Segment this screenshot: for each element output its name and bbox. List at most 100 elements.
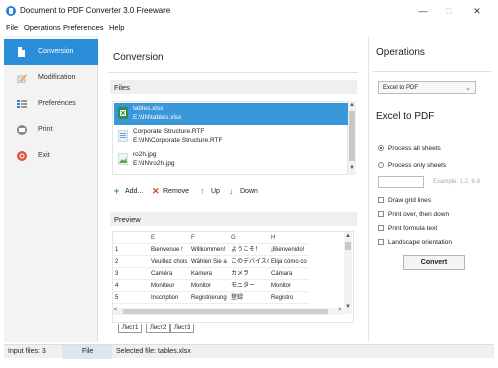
up-button[interactable]: ↑ Up — [200, 187, 220, 201]
image-file-icon — [118, 153, 128, 165]
operations-panel: Operations Excel to PDF ⌄ Excel to PDF P… — [368, 36, 494, 342]
menu-operations[interactable]: Operations — [24, 23, 61, 32]
grid-cell: 5 — [113, 292, 149, 304]
window-title: Document to PDF Converter 3.0 Freeware — [20, 6, 171, 15]
grid-cell: このデバイスの — [229, 256, 269, 268]
scroll-right-icon[interactable]: > — [338, 307, 342, 313]
sidebar-item-print[interactable]: Print — [4, 117, 98, 143]
main-panel: Conversion Files tables.xlsx E:\\IN\tabl… — [108, 36, 363, 342]
file-name: ro2h.jpg — [133, 151, 157, 158]
minimize-button[interactable]: — — [412, 4, 434, 18]
sidebar-item-label: Preferences — [38, 100, 76, 107]
grid-cell: Kamera — [189, 268, 229, 280]
process-only-radio[interactable] — [378, 162, 384, 168]
grid-cell: ¡Bienvenido! — [269, 244, 309, 256]
file-path: E:\\IN\tables.xlsx — [133, 114, 182, 121]
grid-cell: Registro — [269, 292, 309, 304]
preview-label: Preview — [114, 215, 141, 224]
print-over-checkbox[interactable] — [378, 211, 384, 217]
arrow-up-icon: ↑ — [200, 186, 205, 196]
menu-file[interactable]: File — [6, 23, 18, 32]
sidebar-item-exit[interactable]: Exit — [4, 143, 98, 169]
sidebar-item-label: Modification — [38, 74, 76, 81]
plus-icon: + — [114, 186, 120, 196]
sidebar-item-conversion[interactable]: Conversion — [4, 39, 104, 65]
arrow-down-icon: ↓ — [229, 186, 234, 196]
grid-cell: モニター — [229, 280, 269, 292]
up-label: Up — [211, 187, 220, 195]
operations-title: Operations — [376, 47, 425, 58]
operation-select-value: Excel to PDF — [383, 85, 419, 91]
file-path: E:\\IN\ro2h.jpg — [133, 160, 175, 167]
page-title: Conversion — [113, 52, 164, 63]
remove-label: Remove — [163, 187, 190, 195]
conversion-icon — [18, 47, 25, 57]
grid-cell: Monitor — [189, 280, 229, 292]
grid-cell: Monitor — [269, 280, 309, 292]
grid-cell: Bienvenue ! — [149, 244, 189, 256]
close-button[interactable]: ✕ — [466, 4, 488, 18]
scroll-down-icon[interactable]: ▼ — [349, 165, 355, 171]
grid-header-cell: E — [149, 232, 189, 244]
sheet-tab[interactable]: Лист1 — [118, 324, 143, 333]
sheet-tab[interactable]: Лист3 — [170, 324, 195, 333]
file-row[interactable]: Corporate Structure.RTF E:\\IN\Corporate… — [114, 126, 348, 148]
sheet-tabs: Лист1 Лист2 Лист3 — [112, 324, 352, 334]
scroll-down-icon[interactable]: ▼ — [345, 304, 351, 310]
draw-grid-lines-checkbox[interactable] — [378, 197, 384, 203]
file-row[interactable]: tables.xlsx E:\\IN\tables.xlsx — [114, 103, 348, 125]
preview-vscrollbar[interactable]: ▲ ▼ — [344, 232, 352, 314]
menu-help[interactable]: Help — [109, 23, 124, 32]
landscape-checkbox[interactable] — [378, 239, 384, 245]
remove-button[interactable]: ✕ Remove — [152, 187, 189, 201]
grid-header-cell: H — [269, 232, 309, 244]
convert-button[interactable]: Convert — [403, 255, 465, 270]
menu-bar: File Operations Preferences Help — [0, 22, 498, 35]
scroll-up-icon[interactable]: ▲ — [345, 233, 351, 239]
grid-header-cell: F — [189, 232, 229, 244]
preview-hscrollbar[interactable]: < > — [113, 307, 345, 315]
sheets-input[interactable] — [378, 176, 424, 188]
grid-cell: 2 — [113, 256, 149, 268]
grid-cell: Veuillez chois — [149, 256, 189, 268]
grid-cell: Elija cómo co — [269, 256, 309, 268]
grid-cell: Moniteur — [149, 280, 189, 292]
scroll-thumb[interactable] — [345, 242, 351, 250]
add-label: Add... — [125, 187, 144, 195]
active-indicator — [98, 46, 104, 58]
preview-grid[interactable]: E F G H 1 Bienvenue ! Willkommen! ようこそ！ … — [112, 231, 354, 323]
sidebar-item-modification[interactable]: Modification — [4, 65, 98, 91]
grid-cell: Inscription — [149, 292, 189, 304]
files-list[interactable]: tables.xlsx E:\\IN\tables.xlsx Corporate… — [112, 101, 348, 175]
scroll-thumb[interactable] — [349, 111, 355, 161]
sidebar-item-preferences[interactable]: Preferences — [4, 91, 98, 117]
file-path: E:\\IN\Corporate Structure.RTF — [133, 137, 223, 144]
menu-preferences[interactable]: Preferences — [63, 23, 103, 32]
files-section-header: Files — [110, 80, 357, 94]
section-title: Excel to PDF — [376, 111, 435, 122]
file-row[interactable]: ro2h.jpg E:\\IN\ro2h.jpg — [114, 149, 348, 171]
files-scrollbar[interactable]: ▲ ▼ — [348, 101, 356, 175]
scroll-left-icon[interactable]: < — [114, 307, 118, 313]
option-label: Print formula text — [388, 225, 438, 232]
pencil-icon — [17, 74, 27, 83]
file-name: Corporate Structure.RTF — [133, 128, 205, 135]
maximize-button[interactable]: □ — [438, 4, 460, 18]
status-bar: Input files: 3 File Selected file: table… — [4, 344, 494, 359]
operation-select[interactable]: Excel to PDF ⌄ — [378, 81, 476, 94]
add-button[interactable]: + Add... — [114, 187, 143, 201]
scroll-thumb[interactable] — [123, 309, 328, 314]
grid-cell: Registrierung — [189, 292, 229, 304]
print-formula-checkbox[interactable] — [378, 225, 384, 231]
excel-file-icon — [118, 107, 128, 119]
grid-cell: Caméra — [149, 268, 189, 280]
process-all-radio[interactable] — [378, 145, 384, 151]
input-files-count: Input files: 3 — [8, 348, 46, 355]
grid-header-cell: G — [229, 232, 269, 244]
file-name: tables.xlsx — [133, 105, 164, 112]
sheet-tab[interactable]: Лист2 — [146, 324, 171, 333]
down-button[interactable]: ↓ Down — [229, 187, 258, 201]
chevron-down-icon: ⌄ — [465, 85, 471, 92]
scroll-up-icon[interactable]: ▲ — [349, 102, 355, 108]
divider — [108, 72, 358, 73]
